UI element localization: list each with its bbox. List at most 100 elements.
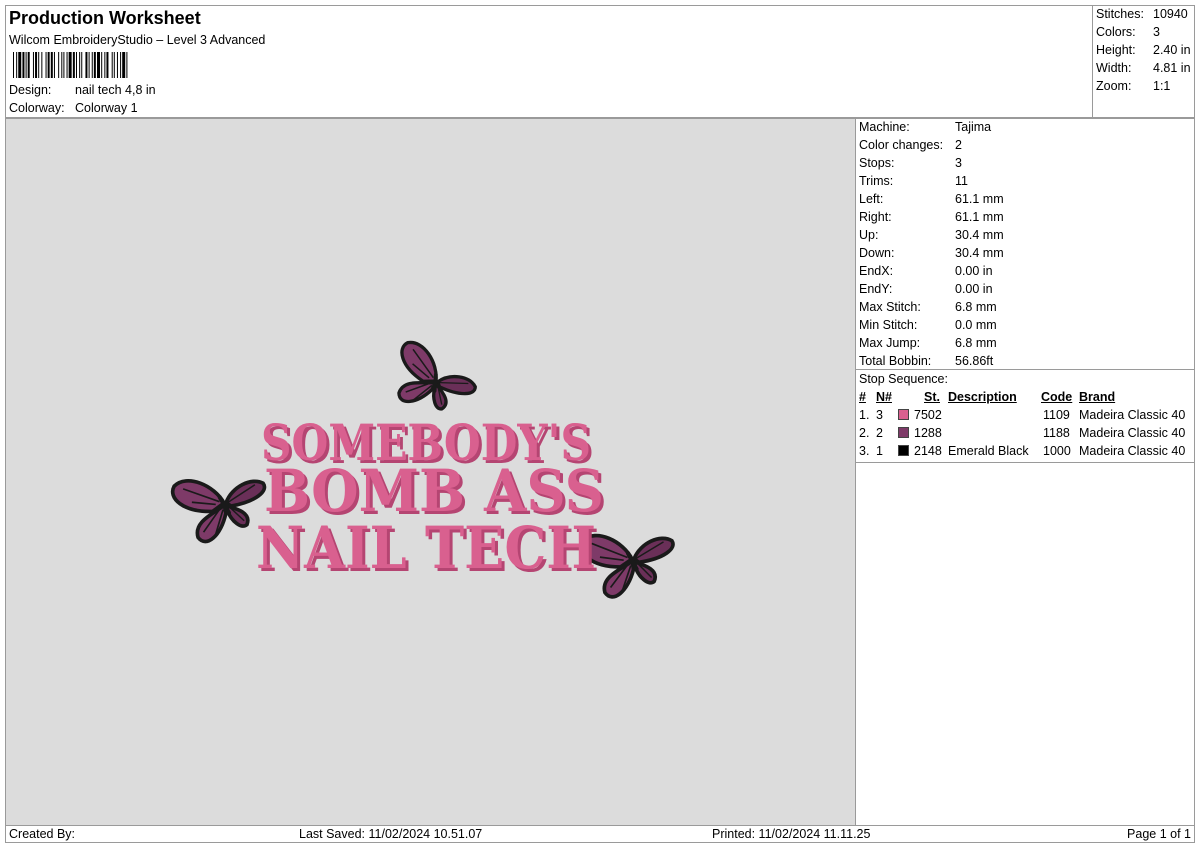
stop-row-stitches: 2148 [914,444,942,458]
stop-row-code: 1109 [1043,408,1070,422]
barcode-bar [79,52,81,78]
machine-row: Stops: 3 [859,156,962,170]
machine-row: Trims: 11 [859,174,968,188]
stop-row-description: Emerald Black [948,444,1029,458]
stop-row-n: 1 [876,444,883,458]
barcode-bar [93,52,96,78]
barcode-bar [66,52,68,78]
col-header-st: St. [924,390,940,404]
design-text-line3: NAIL TECH [256,514,596,582]
col-header-code: Code [1041,390,1073,404]
barcode-bar [22,52,25,78]
barcode-bar [88,52,90,78]
software-name: Wilcom EmbroideryStudio – Level 3 Advanc… [9,33,266,47]
stop-row-n: 3 [876,408,883,422]
machine-row: EndY: 0.00 in [859,282,993,296]
worksheet-footer: Created By: Last Saved: 11/02/2024 10.51… [5,825,1195,843]
machine-row: Down: 30.4 mm [859,246,1004,260]
design-preview: SOMEBODY'S SOMEBODY'S BOMB ASS BOMB ASS … [5,118,856,826]
summary-row-zoom: Zoom: 1:1 [1096,79,1171,93]
stop-row-num: 1. [859,408,870,422]
page-number: Page 1 of 1 [1127,827,1191,841]
machine-info: Machine: Tajima Color changes: 2 Stops: 3 T… [855,118,1195,370]
barcode-bar [104,52,106,78]
barcode-bar [91,52,93,78]
barcode-bar [45,52,47,78]
barcode-bar [106,52,109,78]
barcode-bar [111,52,113,78]
barcode-bar [116,52,118,78]
machine-row: EndX: 0.00 in [859,264,993,278]
barcode-bar [58,52,60,78]
barcode-bar [18,52,22,78]
color-swatch [898,427,909,438]
barcode-bar [53,52,55,78]
stop-row-stitches: 1288 [914,426,942,440]
barcode-bar [50,52,53,78]
barcode-bar [113,52,115,78]
design-summary: Stitches: 10940 Colors: 3 Height: 2.40 in W… [1092,5,1195,118]
summary-row-stitches: Stitches: 10940 [1096,7,1188,21]
machine-row: Right: 61.1 mm [859,210,1004,224]
stop-row-brand: Madeira Classic 40 [1079,426,1186,440]
machine-row: Max Jump: 6.8 mm [859,336,997,350]
barcode [13,52,128,78]
colorway-value: Colorway 1 [75,101,138,115]
machine-row: Min Stitch: 0.0 mm [859,318,997,332]
barcode-bar [41,52,43,78]
barcode-bar [122,52,126,78]
machine-row: Max Stitch: 6.8 mm [859,300,997,314]
stop-row-code: 1000 [1043,444,1071,458]
barcode-bar [72,52,75,78]
stop-row-num: 2. [859,426,870,440]
empty-panel [855,462,1195,826]
colorway-row: Colorway: Colorway 1 [9,101,138,115]
barcode-bar [35,52,38,78]
design-label: Design: [9,83,52,97]
barcode-bar [63,52,65,78]
barcode-bar [85,52,88,78]
col-header-brand: Brand [1079,390,1116,404]
last-saved: Last Saved: 11/02/2024 10.51.07 [299,827,483,841]
barcode-bar [16,52,18,78]
page-title: Production Worksheet [9,8,201,28]
stop-row-brand: Madeira Classic 40 [1079,444,1186,458]
machine-row: Color changes: 2 [859,138,962,152]
barcode-bar [27,52,30,78]
barcode-bar [68,52,72,78]
embroidery-design: SOMEBODY'S SOMEBODY'S BOMB ASS BOMB ASS … [6,337,855,825]
barcode-bar [120,52,122,78]
col-header-description: Description [948,390,1017,404]
barcode-bar [38,52,40,78]
barcode-bar [47,52,50,78]
stop-sequence-title: Stop Sequence: [859,372,948,386]
stop-row-num: 3. [859,444,870,458]
machine-row: Up: 30.4 mm [859,228,1004,242]
worksheet-header: Production Worksheet Wilcom EmbroiderySt… [5,5,1093,118]
barcode-bar [76,52,77,78]
barcode-bar [32,52,34,78]
machine-row: Left: 61.1 mm [859,192,1004,206]
created-by: Created By: [9,827,76,841]
stop-row-n: 2 [876,426,883,440]
barcode-bar [61,52,63,78]
barcode-bar [101,52,103,78]
printed-date: Printed: 11/02/2024 11.11.25 [712,827,871,841]
stop-row-stitches: 7502 [914,408,942,422]
stop-sequence: Stop Sequence: # N# St. Description Code… [855,369,1195,463]
summary-row-colors: Colors: 3 [1096,25,1160,39]
colorway-label: Colorway: [9,101,65,115]
barcode-bar [126,52,128,78]
barcode-bar [97,52,100,78]
barcode-bar [81,52,83,78]
summary-row-height: Height: 2.40 in [1096,43,1191,57]
col-header-num: # [859,390,866,404]
design-value: nail tech 4,8 in [75,83,156,97]
machine-row: Total Bobbin: 56.86ft [859,354,994,368]
color-swatch [898,445,909,456]
machine-row: Machine: Tajima [859,120,992,134]
barcode-bar [13,52,14,78]
col-header-n: N# [876,390,892,404]
stop-row-brand: Madeira Classic 40 [1079,408,1186,422]
design-row: Design: nail tech 4,8 in [9,83,156,97]
